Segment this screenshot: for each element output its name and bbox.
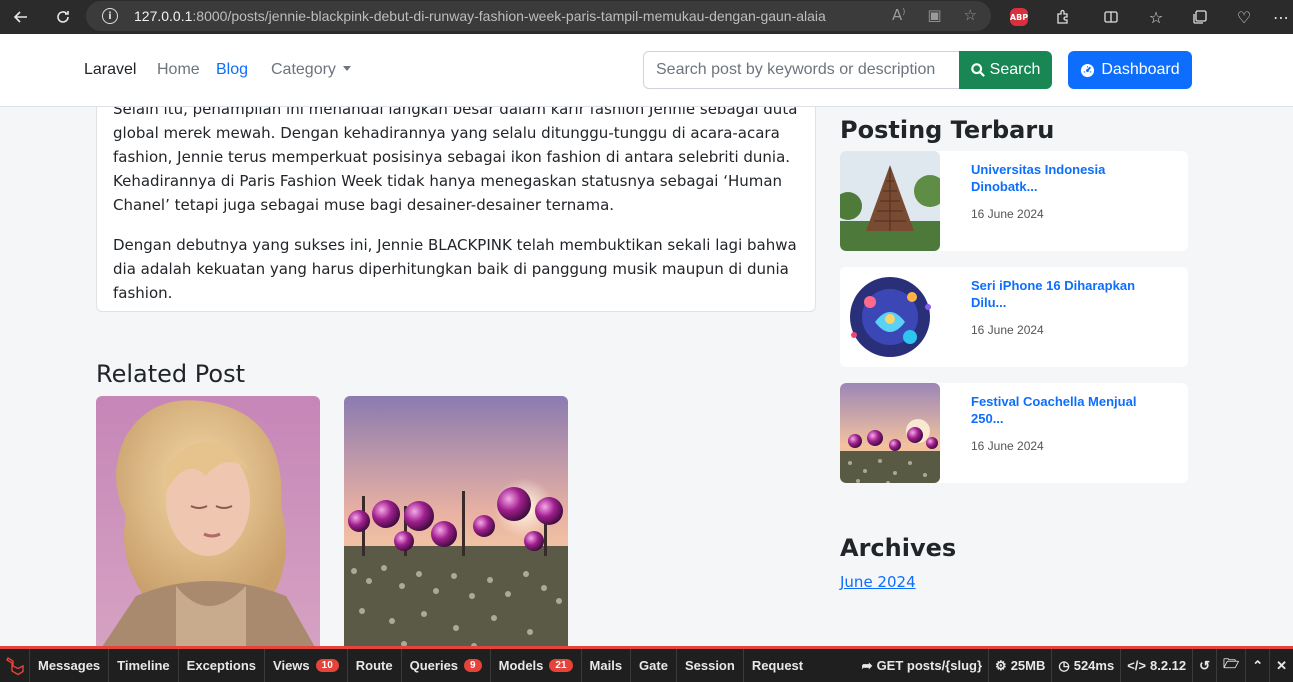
search-button[interactable]: Search: [959, 51, 1052, 89]
latest-post-title[interactable]: Universitas Indonesia Dinobatk...: [971, 161, 1171, 195]
favorites-icon[interactable]: ☆: [1145, 6, 1167, 28]
latest-post-thumbnail: [840, 267, 940, 367]
debug-tab-messages[interactable]: Messages: [30, 649, 110, 682]
latest-post-date: 16 June 2024: [971, 323, 1044, 337]
refresh-icon[interactable]: [48, 2, 78, 32]
article-paragraph: Selain itu, penampilan ini menandai lang…: [113, 107, 798, 214]
close-icon[interactable]: ✕: [1269, 649, 1293, 682]
laravel-debugbar: Messages Timeline Exceptions Views 10 Rou…: [0, 646, 1293, 682]
history-icon[interactable]: ↺: [1192, 649, 1216, 682]
site-navbar: Laravel Home Blog Category Search Dashbo…: [0, 34, 1293, 107]
immersive-reader-icon[interactable]: ▣: [927, 6, 941, 24]
debug-tab-exceptions[interactable]: Exceptions: [179, 649, 266, 682]
debug-tab-request[interactable]: Request: [744, 649, 811, 682]
latest-post-thumbnail: [840, 151, 940, 251]
related-post-heading: Related Post: [96, 360, 245, 388]
latest-post-date: 16 June 2024: [971, 439, 1044, 453]
debug-tab-queries[interactable]: Queries 9: [402, 649, 491, 682]
related-post-card[interactable]: [96, 396, 320, 647]
gauge-icon: [1081, 63, 1095, 77]
cogs-icon: ⚙: [995, 657, 1007, 673]
clock-icon: ◷: [1058, 657, 1070, 673]
debug-tab-timeline[interactable]: Timeline: [109, 649, 179, 682]
chevron-up-icon[interactable]: ⌃: [1245, 649, 1269, 682]
dashboard-button[interactable]: Dashboard: [1068, 51, 1192, 89]
navbar-brand[interactable]: Laravel: [84, 61, 136, 79]
split-screen-icon[interactable]: [1100, 6, 1122, 28]
related-post-image: [96, 396, 320, 647]
models-count-badge: 21: [549, 659, 573, 672]
search-icon: [970, 63, 985, 77]
latest-posts-heading: Posting Terbaru: [840, 116, 1055, 144]
debug-tab-mails[interactable]: Mails: [582, 649, 632, 682]
adblock-plus-icon[interactable]: ABP: [1010, 8, 1028, 26]
archives-heading: Archives: [840, 534, 957, 562]
related-post-image: [344, 396, 568, 647]
route-indicator[interactable]: ➦ GET posts/{slug}: [856, 649, 988, 682]
favorite-star-icon[interactable]: ☆: [964, 6, 977, 24]
latest-post-card[interactable]: Festival Coachella Menjual 250... 16 Jun…: [840, 383, 1188, 483]
latest-post-card[interactable]: Seri iPhone 16 Diharapkan Dilu... 16 Jun…: [840, 267, 1188, 367]
latest-post-thumbnail: [840, 383, 940, 483]
category-label: Category: [271, 61, 336, 78]
time-indicator[interactable]: ◷ 524ms: [1051, 649, 1120, 682]
search-input[interactable]: [643, 51, 960, 89]
url-text: 127.0.0.1:8000/posts/jennie-blackpink-de…: [134, 8, 826, 24]
related-post-card[interactable]: [344, 396, 568, 647]
latest-post-card[interactable]: Universitas Indonesia Dinobatk... 16 Jun…: [840, 151, 1188, 251]
dashboard-button-label: Dashboard: [1101, 61, 1180, 78]
debug-tab-route[interactable]: Route: [348, 649, 402, 682]
article-body-card: Selain itu, penampilan ini menandai lang…: [96, 107, 816, 312]
site-info-icon[interactable]: i: [102, 8, 118, 24]
debug-tab-gate[interactable]: Gate: [631, 649, 677, 682]
latest-post-title[interactable]: Festival Coachella Menjual 250...: [971, 393, 1171, 427]
archive-link-june-2024[interactable]: June 2024: [840, 573, 916, 591]
nav-dropdown-category[interactable]: Category: [271, 61, 351, 79]
queries-count-badge: 9: [464, 659, 482, 672]
browser-toolbar: i 127.0.0.1:8000/posts/jennie-blackpink-…: [0, 0, 1293, 34]
collections-icon[interactable]: [1189, 6, 1211, 28]
code-icon: </>: [1127, 658, 1146, 673]
browser-essentials-icon[interactable]: ♡: [1233, 6, 1255, 28]
back-icon[interactable]: [6, 2, 36, 32]
views-count-badge: 10: [315, 659, 339, 672]
address-bar[interactable]: i 127.0.0.1:8000/posts/jennie-blackpink-…: [86, 1, 991, 31]
memory-indicator[interactable]: ⚙ 25MB: [988, 649, 1051, 682]
article-paragraph: Dengan debutnya yang sukses ini, Jennie …: [113, 236, 797, 302]
open-folder-icon[interactable]: 🗁: [1216, 649, 1245, 682]
debug-tab-models[interactable]: Models 21: [491, 649, 582, 682]
more-icon[interactable]: ⋯: [1270, 6, 1292, 28]
nav-link-home[interactable]: Home: [157, 61, 200, 79]
debug-tab-views[interactable]: Views 10: [265, 649, 348, 682]
search-button-label: Search: [989, 61, 1041, 78]
caret-down-icon: [342, 66, 351, 71]
read-aloud-icon[interactable]: A): [892, 6, 905, 24]
extensions-icon[interactable]: [1052, 6, 1074, 28]
php-version-indicator: </> 8.2.12: [1120, 649, 1192, 682]
nav-link-blog[interactable]: Blog: [216, 61, 248, 79]
latest-post-title[interactable]: Seri iPhone 16 Diharapkan Dilu...: [971, 277, 1171, 311]
laravel-logo-icon[interactable]: [0, 649, 30, 682]
main-content: Selain itu, penampilan ini menandai lang…: [0, 107, 1293, 647]
debug-tab-session[interactable]: Session: [677, 649, 744, 682]
share-icon: ➦: [861, 657, 873, 673]
latest-post-date: 16 June 2024: [971, 207, 1044, 221]
